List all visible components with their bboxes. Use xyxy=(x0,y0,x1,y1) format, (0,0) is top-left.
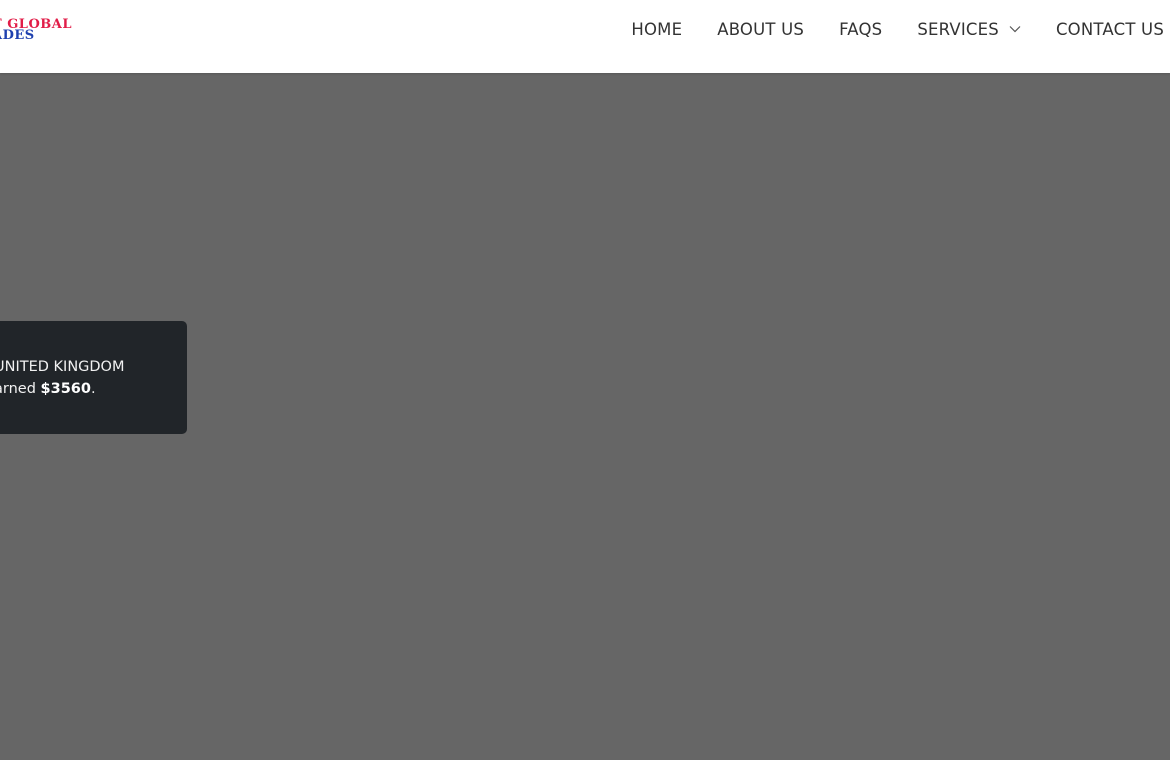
nav-item-contact-us[interactable]: CONTACT US xyxy=(1038,20,1164,39)
notification-earned-prefix: arned xyxy=(0,381,36,397)
nav-label: SERVICES xyxy=(917,19,999,39)
nav-item-about-us[interactable]: ABOUT US xyxy=(700,20,822,39)
brand-logo[interactable]: T GLOBAL ADES xyxy=(0,18,72,42)
notification-amount: $3560 xyxy=(40,381,91,397)
nav-item-faqs[interactable]: FAQS xyxy=(822,20,900,39)
nav-label: HOME xyxy=(631,19,683,39)
notification-earned: arned $3560. xyxy=(0,381,96,397)
nav-item-home[interactable]: HOME xyxy=(614,20,700,39)
site-header: T GLOBAL ADES HOME ABOUT US FAQS SERVICE… xyxy=(0,0,1170,73)
main-nav: HOME ABOUT US FAQS SERVICES CONTACT US xyxy=(614,0,1164,58)
chevron-down-icon xyxy=(1009,26,1021,33)
nav-label: ABOUT US xyxy=(717,19,805,39)
nav-item-services[interactable]: SERVICES xyxy=(900,20,1039,39)
nav-label: CONTACT US xyxy=(1055,19,1164,39)
notification-country: UNITED KINGDOM xyxy=(0,359,125,375)
earnings-notification[interactable]: UNITED KINGDOM arned $3560. xyxy=(0,321,187,434)
nav-label: FAQS xyxy=(839,19,883,39)
notification-suffix: . xyxy=(90,381,96,397)
